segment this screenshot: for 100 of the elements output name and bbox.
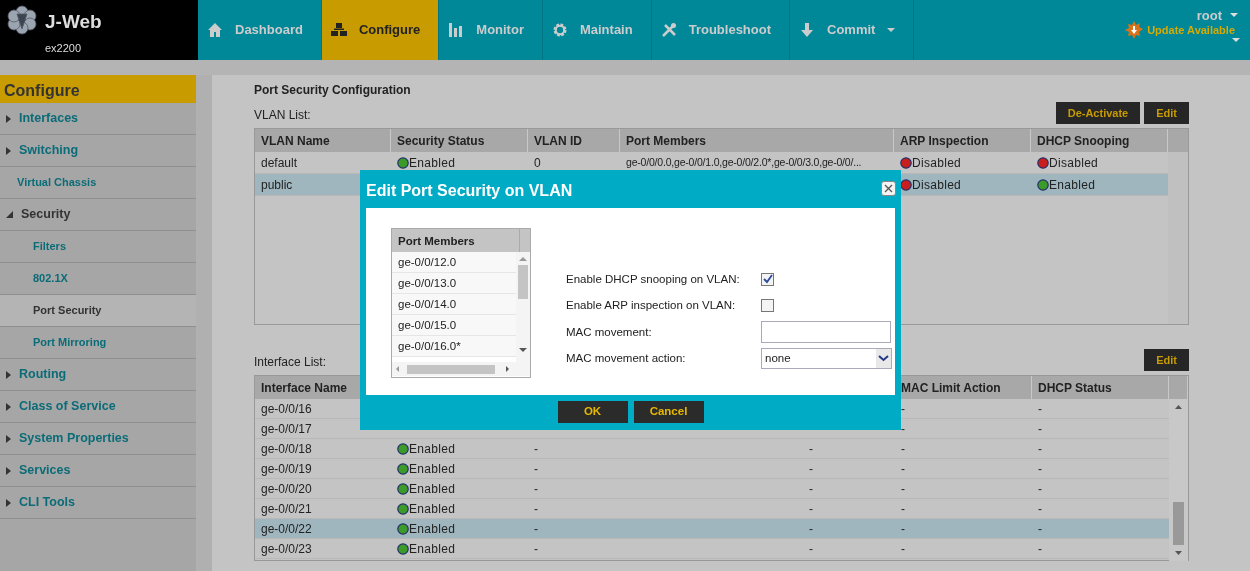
app-name: J-Web [45,10,102,34]
table-cell-text: ge-0/0/21 [261,500,312,518]
sidebar-item[interactable]: Port Security [0,295,196,327]
collapsed-icon [6,402,11,411]
list-item[interactable]: ge-0/0/14.0 [392,294,517,315]
list-item[interactable]: ge-0/0/12.0 [392,252,517,273]
close-icon [884,184,893,193]
table-cell-text: - [1038,400,1042,418]
collapsed-icon [6,498,11,507]
device-name: ex2200 [45,41,82,56]
table-row[interactable]: ge-0/0/18 Enabled - - - - [255,439,1169,459]
table-cell-text: - [1038,440,1042,458]
status-text: Enabled [409,154,456,172]
check-icon [762,274,773,285]
table-cell-text: - [1038,540,1042,558]
table-cell-text: - [901,540,905,558]
column-header: VLAN ID [528,129,620,152]
tools-icon [660,22,677,38]
status-text: Enabled [409,500,456,518]
field-label: MAC movement: [566,324,653,340]
field-label: Enable DHCP snooping on VLAN: [566,271,741,287]
checkbox[interactable] [761,299,774,313]
home-icon [207,22,223,38]
list-item[interactable]: ge-0/0/13.0 [392,273,517,294]
down-arrow-icon [799,22,816,38]
caret-icon [1232,38,1240,43]
table-cell-text: public [261,176,293,194]
collapsed-icon [6,370,11,379]
list-item[interactable]: ge-0/0/16.0* [392,336,517,357]
table-cell-text: ge-0/0/17 [261,420,312,438]
update-icon [1125,21,1144,39]
table-cell-text: ge-0/0/22 [261,520,312,538]
column-header: ARP Inspection [894,129,1031,152]
toolbar-button[interactable]: De-Activate [1055,102,1141,124]
caret-icon [887,27,896,33]
table-cell-text: ge-0/0/18 [261,440,312,458]
status-text: Enabled [409,440,456,458]
table-cell-text: - [534,500,538,518]
table-cell-text: - [534,460,538,478]
table-cell-text: - [901,520,905,538]
status-text: Disabled [912,154,962,172]
toolbar-button[interactable]: Edit [1144,102,1189,124]
table-row[interactable]: ge-0/0/22 Enabled - - - - [255,519,1169,539]
table-cell-text: ge-0/0/20 [261,480,312,498]
field-label: MAC movement action: [566,351,687,367]
table-cell-text: - [901,440,905,458]
sidebar-title: Configure [0,75,196,103]
nav-tab[interactable]: Configure [321,0,440,60]
table-row[interactable]: ge-0/0/23 Enabled - - - - [255,539,1169,559]
table-cell-text: ge-0/0/19 [261,460,312,478]
field-label: Enable ARP inspection on VLAN: [566,298,737,314]
dialog-button[interactable]: OK [557,401,628,423]
table-cell-text: - [534,480,538,498]
status-text: Disabled [912,176,962,194]
table-cell-text: - [1038,420,1042,438]
close-button[interactable] [881,181,896,196]
table-cell-text: - [901,500,905,518]
table-cell-text: - [901,460,905,478]
table-cell-text: - [1038,460,1042,478]
table-cell-text: - [901,420,905,438]
table-cell-text: - [534,520,538,538]
table-cell-text: - [1038,520,1042,538]
column-header: Port Members [620,129,894,152]
status-text: Enabled [409,520,456,538]
select-field[interactable]: none [761,348,892,370]
table-cell-text: ge-0/0/23 [261,540,312,558]
bar-chart-icon [448,22,465,38]
caret-icon [1230,13,1238,19]
checkbox[interactable] [761,272,774,286]
table-cell-text: - [534,440,538,458]
list-item[interactable]: ge-0/0/15.0 [392,315,517,336]
table-cell-text: - [901,400,905,418]
collapsed-icon [6,114,11,123]
table-cell-text: - [1038,480,1042,498]
list-label: VLAN List: [254,107,311,124]
table-cell-text: ge-0/0/16 [261,400,312,418]
toolbar-button[interactable]: Edit [1144,349,1189,371]
status-text: Enabled [409,540,456,558]
sidebar-item[interactable]: Security [0,199,196,231]
table-cell-text: - [809,480,813,498]
port-list[interactable]: Port Members ge-0/0/12.0 ge-0/0/13.0 ge-0/0/14.0 ge-0/0/15.0 ge-0/0/16.0* [391,228,531,378]
dropdown-icon [876,349,891,369]
table-cell-text: - [809,500,813,518]
gear-icon [551,22,568,38]
table-cell-text: - [534,540,538,558]
input-field[interactable] [761,321,891,344]
collapsed-icon [6,466,11,475]
scrollbar-drawing[interactable] [392,362,517,376]
logo-icon [7,5,37,35]
collapsed-icon [6,434,11,443]
table-row[interactable]: ge-0/0/20 Enabled - - - - [255,479,1169,499]
expanded-icon [6,211,13,218]
dialog-button[interactable]: Cancel [633,401,704,423]
scrollbar-drawing[interactable] [516,252,530,376]
table-cell-text: - [809,540,813,558]
collapsed-icon [6,146,11,155]
status-text: Enabled [409,460,456,478]
column-header: Security Status [391,129,528,152]
table-row[interactable]: ge-0/0/19 Enabled - - - - [255,459,1169,479]
table-cell-text: - [901,480,905,498]
